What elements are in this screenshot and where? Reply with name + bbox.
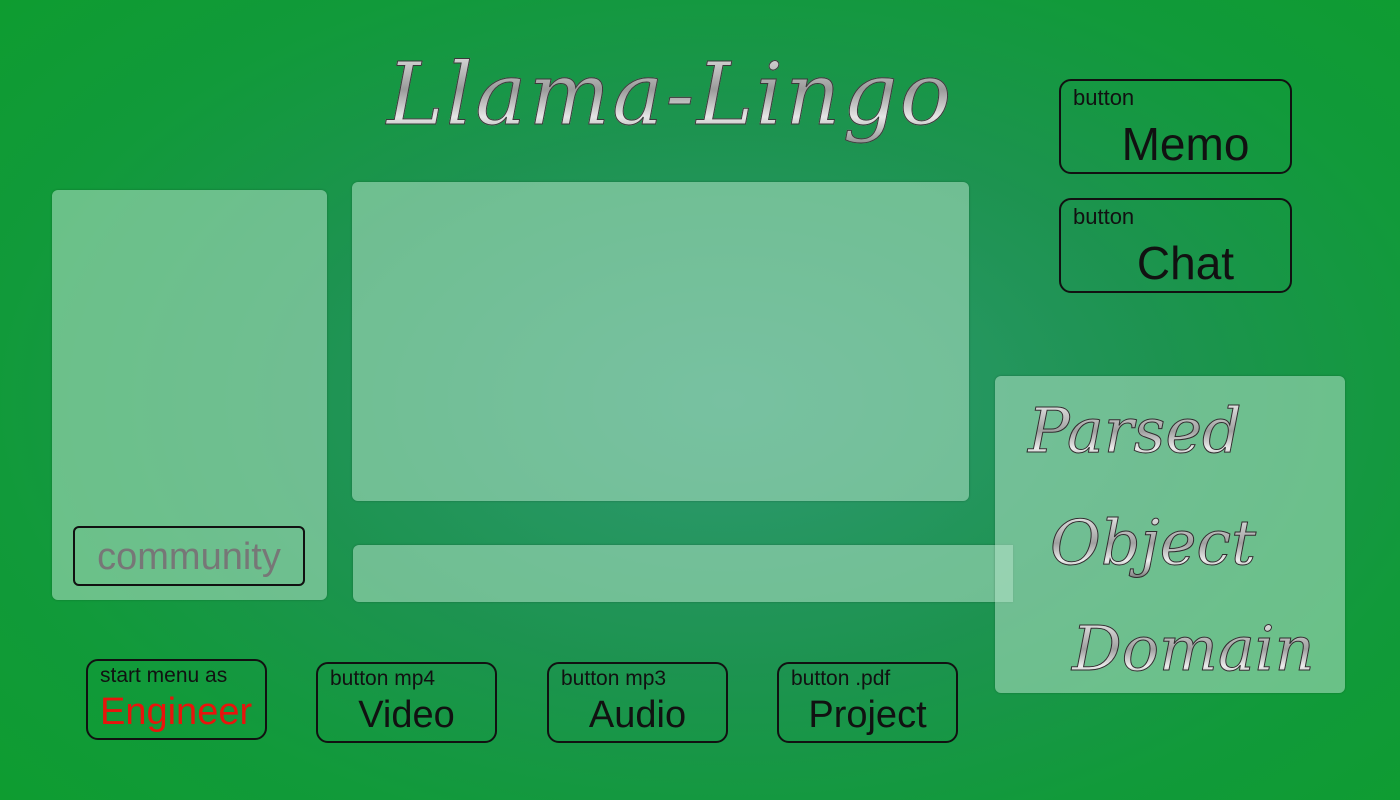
video-button-label: Video	[358, 694, 455, 736]
video-button[interactable]: button mp4 Video	[316, 662, 497, 743]
memo-button-label: Memo	[1121, 118, 1250, 170]
video-button-caption: button mp4	[330, 667, 436, 690]
project-button[interactable]: button .pdf Project	[777, 662, 958, 743]
project-button-label: Project	[808, 694, 927, 736]
pod-title-parsed: Parsed	[1028, 394, 1243, 467]
chat-button[interactable]: button Chat	[1059, 198, 1292, 293]
pod-title-object: Object	[1049, 506, 1257, 579]
chat-button-label: Chat	[1136, 237, 1235, 289]
audio-button-caption: button mp3	[561, 667, 667, 690]
pod-title-domain: Domain	[1072, 612, 1316, 685]
app-title: Llama-Lingo	[385, 40, 955, 150]
input-bar[interactable]	[353, 545, 1013, 602]
community-button[interactable]: community	[73, 526, 305, 586]
community-button-label: community	[97, 536, 281, 578]
project-button-caption: button .pdf	[791, 667, 891, 690]
start-menu-engineer-button[interactable]: start menu as Engineer	[86, 659, 267, 740]
engineer-button-label: Engineer	[100, 691, 253, 733]
memo-button[interactable]: button Memo	[1059, 79, 1292, 174]
chat-button-caption: button	[1073, 204, 1135, 229]
audio-button-label: Audio	[588, 694, 687, 736]
audio-button[interactable]: button mp3 Audio	[547, 662, 728, 743]
memo-button-caption: button	[1073, 85, 1135, 110]
main-display-area	[352, 182, 969, 501]
engineer-button-caption: start menu as	[100, 664, 228, 687]
